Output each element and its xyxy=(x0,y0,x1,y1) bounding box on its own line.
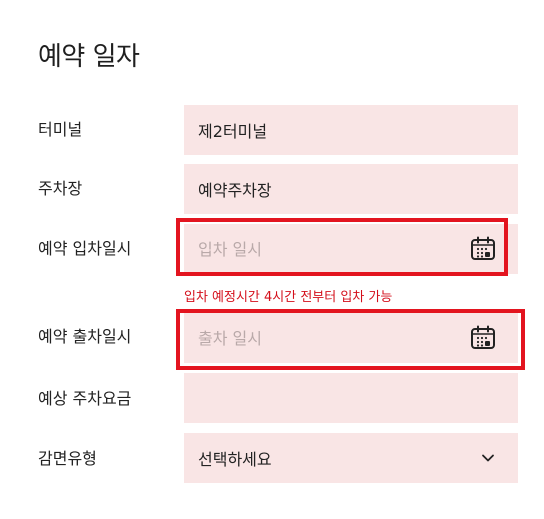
discount-type-select[interactable]: 선택하세요 xyxy=(184,433,518,483)
exit-datetime-input[interactable] xyxy=(198,328,448,348)
parking-field[interactable]: 예약주차장 xyxy=(184,164,518,214)
discount-type-selected: 선택하세요 xyxy=(198,450,272,469)
entry-hint-text: 입차 예정시간 4시간 전부터 입차 가능 xyxy=(184,290,393,305)
exit-datetime-field[interactable] xyxy=(184,313,518,363)
calendar-icon[interactable] xyxy=(470,236,496,262)
page-title: 예약 일자 xyxy=(38,42,140,72)
exit-datetime-label: 예약 출차일시 xyxy=(38,327,132,346)
entry-datetime-field[interactable] xyxy=(184,224,518,274)
fee-field xyxy=(184,373,518,423)
parking-label: 주차장 xyxy=(38,179,83,198)
entry-datetime-label: 예약 입차일시 xyxy=(38,239,132,258)
terminal-field[interactable]: 제2터미널 xyxy=(184,105,518,155)
terminal-value: 제2터미널 xyxy=(198,122,268,141)
chevron-down-icon[interactable] xyxy=(480,450,496,466)
calendar-icon[interactable] xyxy=(470,325,496,351)
parking-value: 예약주차장 xyxy=(198,181,272,200)
fee-label: 예상 주차요금 xyxy=(38,389,132,408)
terminal-label: 터미널 xyxy=(38,120,83,139)
discount-type-label: 감면유형 xyxy=(38,449,97,468)
entry-datetime-input[interactable] xyxy=(198,239,448,259)
